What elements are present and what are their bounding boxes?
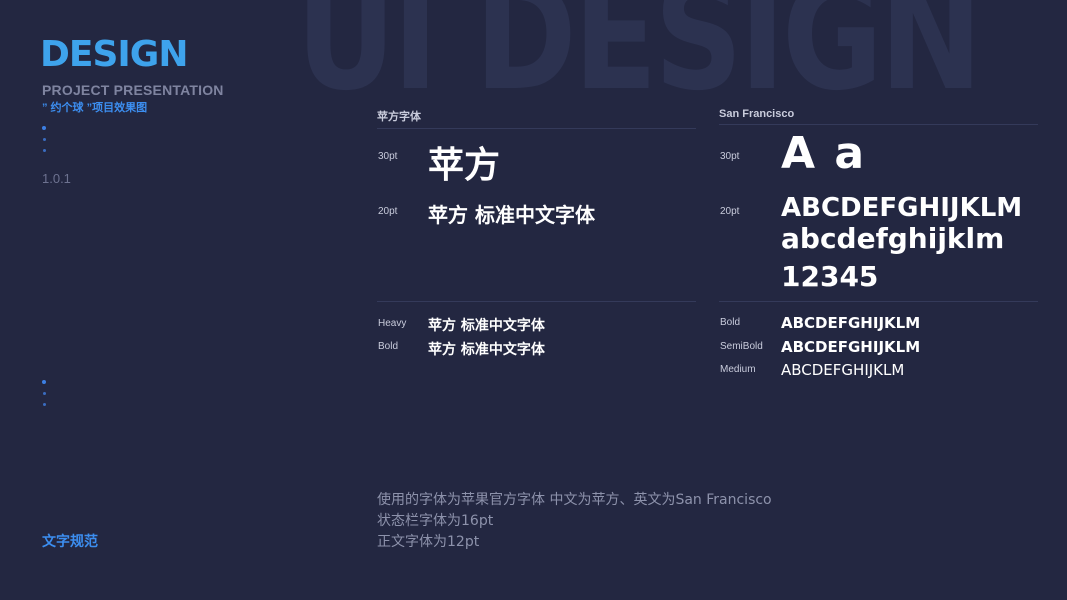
pingfang-column-header: 苹方字体 [377, 108, 696, 129]
description-line: 正文字体为12pt [377, 534, 480, 550]
weight-label-bold: Bold [720, 317, 741, 328]
watermark-title: UI DESIGN [296, 0, 983, 124]
sf-medium-sample: ABCDEFGHIJKLM [781, 361, 905, 379]
weight-label-heavy: Heavy [378, 318, 407, 329]
brand-subtitle: PROJECT PRESENTATION [42, 82, 224, 98]
dot-indicator-top [42, 126, 46, 160]
divider [719, 301, 1038, 302]
pingfang-heavy-sample: 苹方 标准中文字体 [428, 318, 545, 334]
weight-label-medium: Medium [720, 364, 756, 375]
pingfang-30-sample: 苹方 [428, 145, 501, 186]
dot [42, 392, 46, 395]
dot [42, 149, 46, 152]
description-line: 状态栏字体为16pt [377, 513, 494, 529]
sf-20-lowercase: abcdefghijklm [781, 222, 1005, 255]
dot [42, 126, 46, 130]
weight-label-semibold: SemiBold [720, 341, 763, 352]
sf-size-20-label: 20pt [720, 206, 740, 217]
sf-30-sample: A a [781, 128, 867, 179]
font-description: 使用的字体为苹果官方字体 中文为苹方、英文为San Francisco 状态栏字… [377, 490, 772, 553]
sf-bold-sample: ABCDEFGHIJKLM [781, 314, 921, 332]
sf-column-header: San Francisco [719, 108, 1038, 125]
divider [377, 301, 696, 302]
dot [42, 403, 46, 406]
sf-20-uppercase: ABCDEFGHIJKLM [781, 193, 1023, 223]
dot [42, 380, 46, 384]
size-30-label: 30pt [378, 151, 398, 162]
pingfang-20-sample: 苹方 标准中文字体 [428, 203, 595, 227]
dot-indicator-bottom [42, 380, 46, 414]
section-label: 文字规范 [42, 533, 98, 549]
description-line: 使用的字体为苹果官方字体 中文为苹方、英文为San Francisco [377, 492, 772, 508]
size-20-label: 20pt [378, 206, 398, 217]
brand-title: DESIGN [40, 34, 188, 75]
brand-tagline: ” 约个球 ”项目效果图 [42, 102, 148, 114]
sf-20-digits: 12345 [781, 260, 879, 293]
weight-label-bold: Bold [378, 341, 399, 352]
pingfang-bold-sample: 苹方 标准中文字体 [428, 342, 545, 358]
version-label: 1.0.1 [42, 171, 71, 186]
dot [42, 138, 46, 141]
sf-semibold-sample: ABCDEFGHIJKLM [781, 338, 921, 356]
sf-size-30-label: 30pt [720, 151, 740, 162]
pingfang-header: 苹方字体 [377, 108, 696, 129]
sf-header: San Francisco [719, 108, 1038, 125]
